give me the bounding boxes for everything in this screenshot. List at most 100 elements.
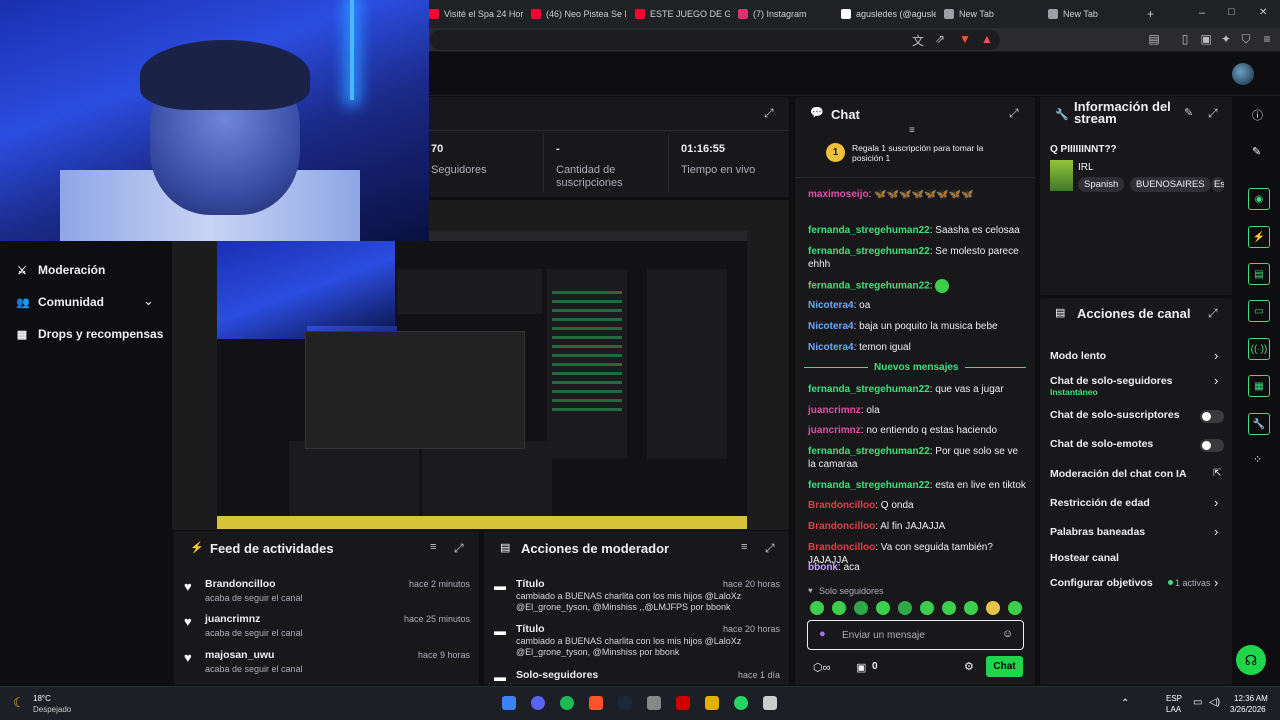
emote-icon[interactable]: [876, 601, 890, 615]
stream-info-expand-icon[interactable]: ⤢: [1208, 106, 1218, 121]
emote-icon[interactable]: [964, 601, 978, 615]
brave-icon[interactable]: [589, 696, 603, 710]
mod-filter-icon[interactable]: ≡: [741, 541, 747, 553]
feed-expand-icon[interactable]: ⤢: [454, 541, 464, 556]
stream-tag[interactable]: Es: [1212, 177, 1224, 192]
quick-action-3[interactable]: ▤: [1248, 263, 1270, 285]
mic-icon[interactable]: ●: [819, 628, 826, 640]
action-chat-de-solo-suscriptores[interactable]: Chat de solo-suscriptores: [1050, 409, 1180, 421]
brave-shield-icon[interactable]: ▼: [957, 32, 973, 46]
emote-icon[interactable]: [986, 601, 1000, 615]
volume-icon[interactable]: ◁): [1209, 697, 1220, 708]
bits-icon[interactable]: ⬡∞: [813, 661, 830, 674]
browser-tab[interactable]: New Tab: [944, 4, 1039, 24]
explorer-icon[interactable]: [705, 696, 719, 710]
emote-picker-icon[interactable]: ☺: [1002, 628, 1013, 640]
lang-1[interactable]: ESP: [1166, 694, 1182, 703]
chevron-right-icon[interactable]: ›: [1214, 373, 1218, 388]
toggle-switch[interactable]: [1200, 410, 1224, 423]
pencil-icon[interactable]: ✎: [1252, 145, 1261, 158]
chat-gear-icon[interactable]: ⚙: [964, 660, 974, 673]
chat-username[interactable]: Brandoncilloo: [808, 542, 875, 553]
browser-tab[interactable]: agusledes (@agusle: [841, 4, 936, 24]
chat-username[interactable]: Nicotera4: [808, 342, 854, 353]
close-window-button[interactable]: ✕: [1259, 7, 1267, 18]
chat-username[interactable]: Nicotera4: [808, 321, 854, 332]
chat-username[interactable]: Brandoncilloo: [808, 521, 875, 532]
emote-icon[interactable]: [942, 601, 956, 615]
quick-action-4[interactable]: ▭: [1248, 300, 1270, 322]
browser-tab[interactable]: New Tab: [1048, 4, 1143, 24]
emote-icon[interactable]: [854, 601, 868, 615]
translate-icon[interactable]: 文: [910, 32, 926, 49]
maximize-button[interactable]: □: [1228, 6, 1235, 18]
feed-filter-icon[interactable]: ≡: [430, 541, 436, 553]
chat-settings-icon[interactable]: ≡: [909, 125, 915, 136]
clock-date[interactable]: 3/26/2026: [1230, 705, 1266, 714]
gift-banner-text[interactable]: Regala 1 suscripción para tomar la posic…: [852, 143, 1002, 163]
chat-username[interactable]: fernanda_stregehuman22: [808, 446, 930, 457]
chat-send-button[interactable]: Chat: [986, 656, 1023, 677]
help-button[interactable]: ☊: [1236, 645, 1266, 675]
leo-icon[interactable]: ✦: [1218, 32, 1234, 46]
browser-tab[interactable]: ESTE JUEGO DE GO: [635, 4, 730, 24]
whatsapp-icon[interactable]: [734, 696, 748, 710]
lang-2[interactable]: LAA: [1166, 705, 1181, 714]
emote-icon[interactable]: [898, 601, 912, 615]
sidebar-toggle-icon[interactable]: ▤: [1146, 32, 1162, 46]
external-link-icon[interactable]: ⇱: [1213, 468, 1221, 479]
new-tab-button[interactable]: +: [1147, 7, 1154, 21]
chevron-down-icon[interactable]: ⌄: [143, 293, 154, 309]
emote-icon[interactable]: [920, 601, 934, 615]
menu-icon[interactable]: ≡: [1259, 32, 1275, 46]
browser-tab[interactable]: (7) Instagram: [738, 4, 833, 24]
channel-actions-expand-icon[interactable]: ⤢: [1208, 306, 1218, 321]
chat-username[interactable]: juancrimnz: [808, 425, 861, 436]
stream-tag[interactable]: BUENOSAIRES: [1130, 177, 1211, 192]
emote-icon[interactable]: [810, 601, 824, 615]
more-actions-icon[interactable]: ⁘: [1253, 453, 1262, 466]
obs-icon[interactable]: [647, 696, 661, 710]
chat-expand-icon[interactable]: ⤢: [1009, 106, 1019, 121]
chat-username[interactable]: bbonk: [808, 562, 838, 573]
tray-chevron-icon[interactable]: ⌃: [1121, 698, 1129, 709]
browser-tab[interactable]: Visité el Spa 24 Hor: [429, 4, 524, 24]
weather-icon[interactable]: ☾: [13, 695, 25, 711]
chevron-right-icon[interactable]: ›: [1214, 495, 1218, 510]
app-icon[interactable]: [763, 696, 777, 710]
chat-username[interactable]: fernanda_stregehuman22: [808, 246, 930, 257]
share-icon[interactable]: ⇗: [932, 32, 948, 46]
action-chat-de-solo-emotes[interactable]: Chat de solo-emotes: [1050, 438, 1153, 450]
chat-username[interactable]: fernanda_stregehuman22: [808, 281, 930, 292]
action-palabras-baneadas[interactable]: Palabras baneadas: [1050, 526, 1145, 538]
sidebar-item-drops[interactable]: ▦ Drops y recompensas: [16, 327, 164, 341]
action-modo-lento[interactable]: Modo lento: [1050, 350, 1106, 362]
action-configurar-objetivos[interactable]: Configurar objetivos: [1050, 577, 1153, 589]
quick-action-2[interactable]: ⚡: [1248, 226, 1270, 248]
discord-icon[interactable]: [531, 696, 545, 710]
sidebar-item-comunidad[interactable]: 👥 Comunidad: [16, 295, 104, 309]
chat-username[interactable]: Nicotera4: [808, 300, 854, 311]
action-restricci-n-de-edad[interactable]: Restricción de edad: [1050, 497, 1150, 509]
network-icon[interactable]: ▭: [1193, 697, 1202, 708]
emote-icon[interactable]: [832, 601, 846, 615]
mod-expand-icon[interactable]: ⤢: [765, 541, 775, 556]
chat-username[interactable]: fernanda_stregehuman22: [808, 225, 930, 236]
chevron-right-icon[interactable]: ›: [1214, 575, 1218, 590]
action-chat-de-solo-seguidores[interactable]: Chat de solo-seguidores: [1050, 375, 1173, 387]
expand-icon[interactable]: ⤢: [764, 106, 774, 121]
vpn-icon[interactable]: ⛉: [1238, 32, 1254, 47]
quick-action-1[interactable]: ◉: [1248, 188, 1270, 210]
feed-username[interactable]: majosan_uwu: [205, 649, 274, 661]
wallet-icon[interactable]: ▣: [1198, 32, 1214, 46]
info-icon[interactable]: ⓘ: [1252, 107, 1263, 123]
avatar[interactable]: [1232, 63, 1254, 85]
clock-time[interactable]: 12:36 AM: [1234, 694, 1268, 703]
steam-icon[interactable]: [618, 696, 632, 710]
chevron-right-icon[interactable]: ›: [1214, 348, 1218, 363]
minimize-button[interactable]: –: [1199, 7, 1205, 19]
chat-username[interactable]: Brandoncilloo: [808, 500, 875, 511]
chevron-right-icon[interactable]: ›: [1214, 524, 1218, 539]
action-hostear-canal[interactable]: Hostear canal: [1050, 552, 1119, 564]
quick-action-5[interactable]: ((·)): [1248, 338, 1270, 360]
